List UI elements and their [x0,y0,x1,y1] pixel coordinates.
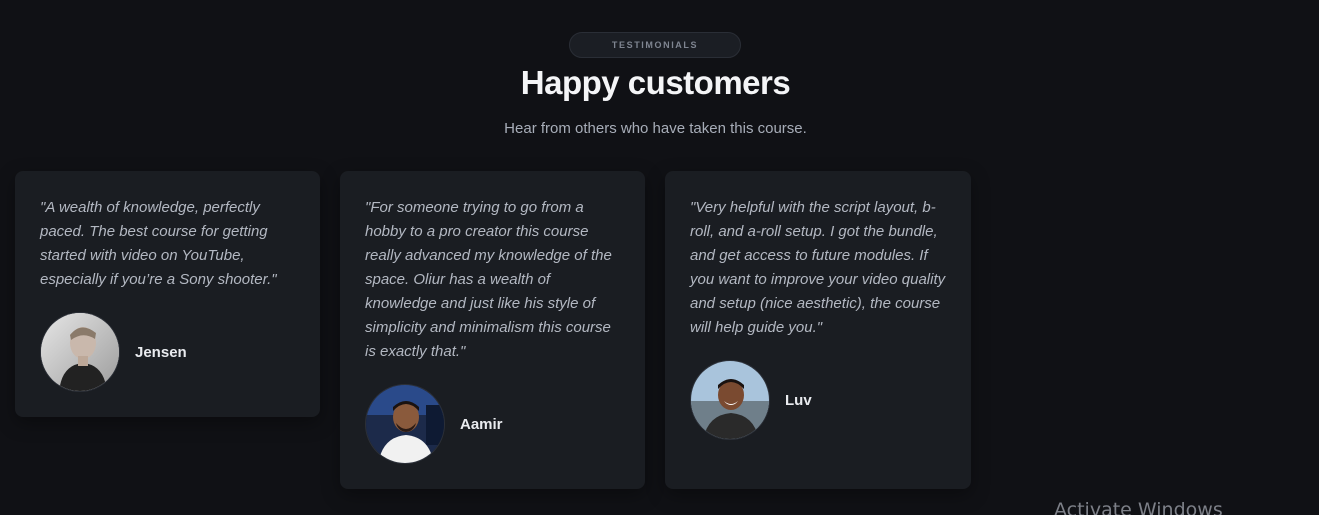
windows-activation-watermark: Activate Windows [1054,499,1223,515]
avatar [690,360,770,440]
testimonial-quote: "Very helpful with the script layout, b-… [690,199,946,336]
section-badge: TESTIMONIALS [569,32,741,58]
section-title: Happy customers [520,64,791,101]
testimonial-quote: "A wealth of knowledge, perfectly paced.… [40,199,277,288]
avatar [365,384,445,464]
testimonial-card: "A wealth of knowledge, perfectly paced.… [15,171,320,417]
avatar [40,312,120,392]
testimonial-author: Luv [690,360,946,440]
testimonial-quote: "For someone trying to go from a hobby t… [365,199,612,360]
author-name: Aamir [460,415,503,433]
author-name: Luv [785,391,812,409]
testimonial-card: "Very helpful with the script layout, b-… [665,171,971,489]
testimonial-author: Aamir [365,384,620,464]
testimonial-card: "For someone trying to go from a hobby t… [340,171,645,489]
testimonial-author: Jensen [40,312,295,392]
section-subtitle: Hear from others who have taken this cou… [504,120,807,137]
author-name: Jensen [135,343,187,361]
testimonials-section: TESTIMONIALS Happy customers Hear from o… [0,0,1319,515]
